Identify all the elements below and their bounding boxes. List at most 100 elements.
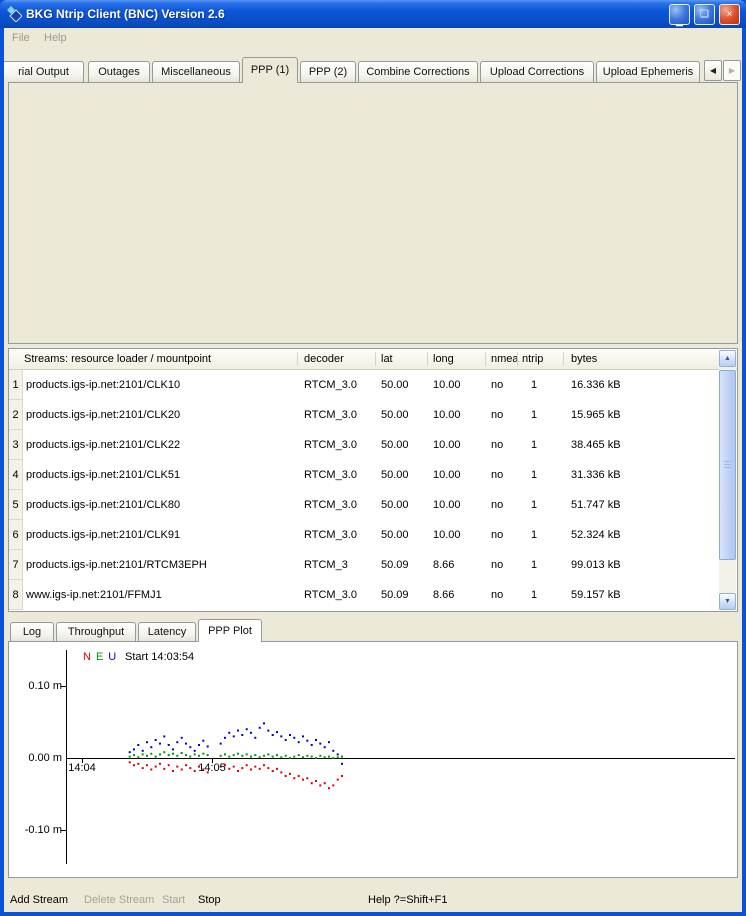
ppp-panel (8, 82, 738, 344)
plot-point-e (224, 753, 226, 755)
plot-point-e (272, 756, 274, 758)
table-row[interactable]: 1products.igs-ip.net:2101/CLK10RTCM_3.05… (9, 370, 718, 400)
plot-point-e (228, 756, 230, 758)
cell-lat: 50.00 (381, 409, 409, 421)
plot-point-e (220, 755, 222, 757)
plot-point-u (332, 750, 334, 752)
plot-point-n (146, 764, 148, 766)
tab-upload-ephemeris[interactable]: Upload Ephemeris (596, 61, 700, 82)
tab-scroll-right-button[interactable]: ▶ (723, 60, 741, 81)
plot-point-n (337, 779, 339, 781)
plot-point-e (146, 755, 148, 757)
cell-nmea: no (491, 469, 503, 481)
menu-file[interactable]: File (12, 32, 30, 44)
plot-point-n (332, 784, 334, 786)
plot-point-u (293, 737, 295, 739)
cell-nmea: no (491, 559, 503, 571)
cell-long: 8.66 (433, 589, 454, 601)
table-row[interactable]: 3products.igs-ip.net:2101/CLK22RTCM_3.05… (9, 430, 718, 460)
header-separator (375, 352, 376, 366)
table-row[interactable]: 7products.igs-ip.net:2101/RTCM3EPHRTCM_3… (9, 550, 718, 580)
plot-legend: NEU (83, 651, 116, 663)
plot-point-e (241, 755, 243, 757)
tab-ppp-2[interactable]: PPP (2) (300, 61, 356, 82)
plot-point-u (263, 722, 265, 724)
header-long: long (433, 353, 454, 365)
tab-outages[interactable]: Outages (88, 61, 150, 82)
arrow-down-icon: ▼ (724, 598, 731, 605)
cell-nmea: no (491, 589, 503, 601)
plot-point-n (293, 777, 295, 779)
table-row[interactable]: 8www.igs-ip.net:2101/FFMJ1RTCM_3.050.098… (9, 580, 718, 610)
stop-button[interactable]: Stop (198, 894, 221, 906)
plot-point-u (267, 730, 269, 732)
minimize-button[interactable]: ▁ (669, 4, 690, 25)
plot-point-e (246, 753, 248, 755)
table-row[interactable]: 2products.igs-ip.net:2101/CLK20RTCM_3.05… (9, 400, 718, 430)
plot-point-u (237, 730, 239, 732)
plot-point-e (254, 754, 256, 756)
cell-num: 8 (9, 580, 23, 610)
table-row[interactable]: 5products.igs-ip.net:2101/CLK80RTCM_3.05… (9, 490, 718, 520)
start-button: Start (162, 894, 185, 906)
menu-help[interactable]: Help (44, 32, 67, 44)
tab-miscellaneous[interactable]: Miscellaneous (152, 61, 240, 82)
cell-bytes: 99.013 kB (571, 559, 621, 571)
cell-decoder: RTCM_3.0 (304, 499, 357, 511)
add-stream-button[interactable]: Add Stream (10, 894, 68, 906)
close-icon: × (727, 9, 733, 20)
plot-point-u (324, 746, 326, 748)
tab-scroll-left-button[interactable]: ◀ (704, 60, 722, 81)
tab-log[interactable]: Log (10, 622, 54, 641)
tab-combine-corrections[interactable]: Combine Corrections (358, 61, 478, 82)
cell-lat: 50.09 (381, 589, 409, 601)
plot-start-time: Start 14:03:54 (125, 651, 194, 663)
plot-point-n (168, 764, 170, 766)
plot-point-u (202, 740, 204, 742)
tab-ppp-plot[interactable]: PPP Plot (198, 619, 262, 642)
cell-num: 6 (9, 520, 23, 550)
plot-point-e (259, 756, 261, 758)
plot-point-n (285, 775, 287, 777)
plot-point-n (311, 782, 313, 784)
cell-nmea: no (491, 439, 503, 451)
plot-point-n (289, 773, 291, 775)
plot-point-e (237, 753, 239, 755)
scrollbar-thumb[interactable] (719, 370, 736, 560)
cell-mountpoint: products.igs-ip.net:2101/CLK80 (26, 499, 180, 511)
legend-e: E (96, 651, 103, 663)
plot-point-e (176, 755, 178, 757)
header-decoder: decoder (304, 353, 344, 365)
cell-decoder: RTCM_3.0 (304, 589, 357, 601)
tab-serial-output[interactable]: rial Output (4, 61, 84, 82)
plot-point-e (276, 754, 278, 756)
plot-point-n (159, 763, 161, 765)
tab-upload-corrections[interactable]: Upload Corrections (480, 61, 594, 82)
table-row[interactable]: 6products.igs-ip.net:2101/CLK91RTCM_3.05… (9, 520, 718, 550)
cell-ntrip: 1 (531, 379, 537, 391)
scroll-up-button[interactable]: ▲ (719, 350, 736, 367)
cell-long: 10.00 (433, 499, 461, 511)
plot-point-u (280, 735, 282, 737)
close-button[interactable]: × (719, 4, 740, 25)
plot-point-n (276, 768, 278, 770)
maximize-button[interactable]: ❏ (694, 4, 715, 25)
scroll-down-button[interactable]: ▼ (719, 593, 736, 610)
plot-point-n (267, 767, 269, 769)
cell-long: 10.00 (433, 439, 461, 451)
tab-throughput[interactable]: Throughput (56, 622, 136, 641)
plot-point-u (246, 728, 248, 730)
vertical-scrollbar[interactable]: ▲ ▼ (719, 350, 736, 610)
plot-point-n (129, 761, 131, 763)
cell-num: 4 (9, 460, 23, 490)
plot-point-e (302, 756, 304, 758)
cell-num: 3 (9, 430, 23, 460)
cell-nmea: no (491, 499, 503, 511)
tab-latency[interactable]: Latency (138, 622, 196, 641)
plot-point-e (155, 756, 157, 758)
tab-ppp-1[interactable]: PPP (1) (242, 57, 298, 83)
plot-point-e (207, 754, 209, 756)
plot-point-u (159, 743, 161, 745)
table-row[interactable]: 4products.igs-ip.net:2101/CLK51RTCM_3.05… (9, 460, 718, 490)
delete-stream-button: Delete Stream (84, 894, 154, 906)
